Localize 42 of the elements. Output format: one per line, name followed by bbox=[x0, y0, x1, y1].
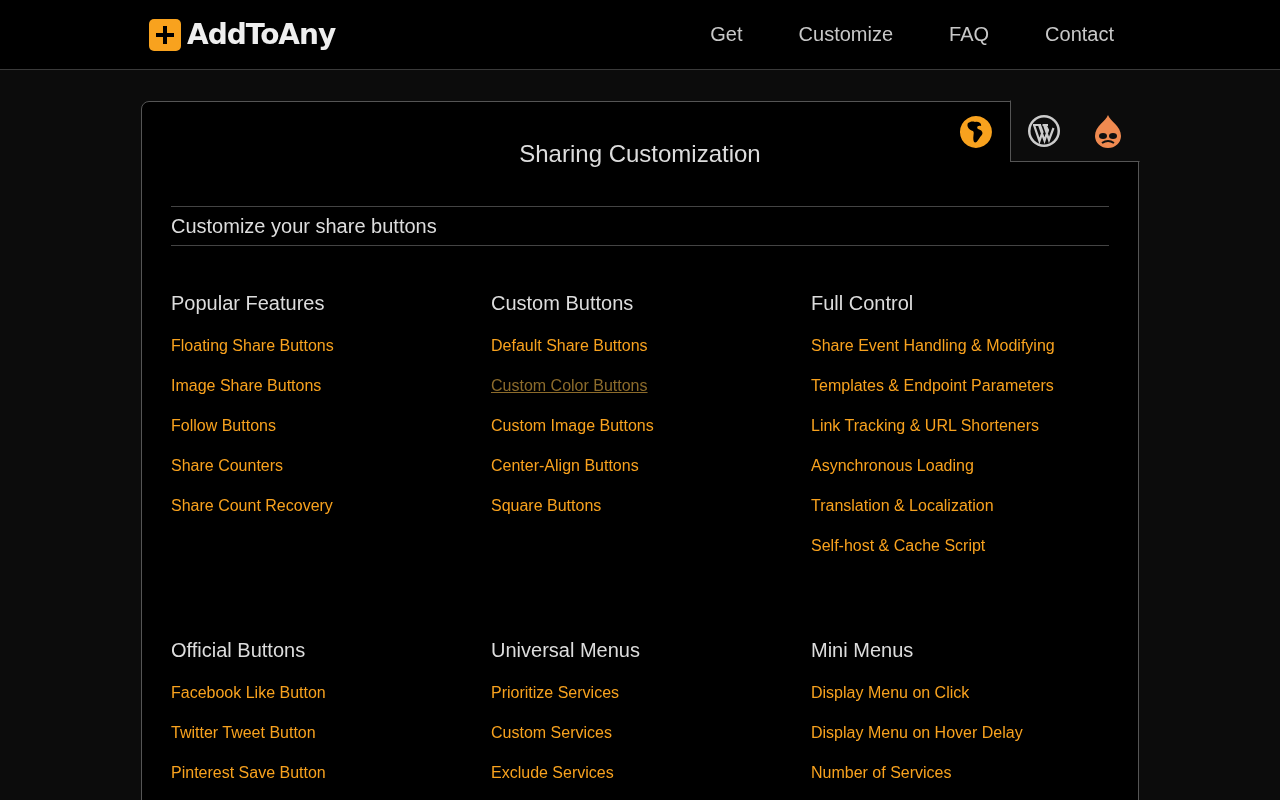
nav-link[interactable]: FAQ bbox=[949, 23, 990, 46]
globe-icon bbox=[958, 113, 994, 150]
feature-link[interactable]: Square Buttons bbox=[491, 497, 602, 515]
category-heading: Mini Menus bbox=[811, 639, 914, 662]
drop-mascot-icon bbox=[1093, 114, 1123, 148]
category-heading: Full Control bbox=[811, 292, 914, 315]
feature-link[interactable]: Asynchronous Loading bbox=[811, 457, 974, 475]
feature-link[interactable]: Display Menu on Hover Delay bbox=[811, 724, 1023, 742]
category-heading: Universal Menus bbox=[491, 639, 640, 662]
nav-link[interactable]: Customize bbox=[798, 23, 894, 46]
feature-link[interactable]: Custom Services bbox=[491, 724, 612, 742]
wordpress-logo-icon bbox=[1027, 114, 1061, 148]
feature-link[interactable]: Follow Buttons bbox=[171, 417, 276, 435]
feature-link[interactable]: Image Share Buttons bbox=[171, 377, 322, 395]
feature-link[interactable]: Default Share Buttons bbox=[491, 337, 648, 355]
logo-text[interactable]: AddToAny bbox=[187, 18, 336, 51]
feature-link[interactable]: Number of Services bbox=[811, 764, 952, 782]
feature-link[interactable]: Self-host & Cache Script bbox=[811, 537, 986, 555]
feature-link[interactable]: Facebook Like Button bbox=[171, 684, 326, 702]
feature-link[interactable]: Custom Color Buttons bbox=[491, 377, 648, 395]
feature-link[interactable]: Share Counters bbox=[171, 457, 284, 475]
feature-link[interactable]: Center-Align Buttons bbox=[491, 457, 639, 475]
feature-link[interactable]: Twitter Tweet Button bbox=[171, 724, 316, 742]
nav-link[interactable]: Get bbox=[710, 23, 743, 46]
category-heading: Custom Buttons bbox=[491, 292, 634, 315]
plus-logo-icon bbox=[149, 18, 181, 51]
feature-link[interactable]: Floating Share Buttons bbox=[171, 337, 334, 355]
page-title: Sharing Customization bbox=[519, 142, 761, 166]
feature-link[interactable]: Custom Image Buttons bbox=[491, 417, 654, 435]
category-heading: Popular Features bbox=[171, 292, 325, 315]
feature-link[interactable]: Share Count Recovery bbox=[171, 497, 333, 515]
feature-link[interactable]: Prioritize Services bbox=[491, 684, 620, 702]
nav-link[interactable]: Contact bbox=[1045, 23, 1114, 46]
feature-link[interactable]: Link Tracking & URL Shorteners bbox=[811, 417, 1039, 435]
category-heading: Official Buttons bbox=[171, 639, 306, 662]
feature-link[interactable]: Share Event Handling & Modifying bbox=[811, 337, 1055, 355]
feature-link[interactable]: Translation & Localization bbox=[811, 497, 994, 515]
section-subtitle: Customize your share buttons bbox=[171, 215, 438, 238]
feature-link[interactable]: Display Menu on Click bbox=[811, 684, 970, 702]
feature-link[interactable]: Templates & Endpoint Parameters bbox=[811, 377, 1054, 395]
feature-link[interactable]: Pinterest Save Button bbox=[171, 764, 326, 782]
feature-link[interactable]: Exclude Services bbox=[491, 764, 614, 782]
